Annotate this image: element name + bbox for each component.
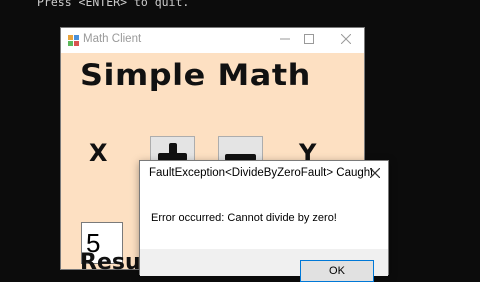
window-title: Math Client [83,33,142,45]
ok-button[interactable]: OK [300,260,374,282]
dialog-footer: OK [140,249,388,282]
title-bar: Math Client [61,28,364,53]
dialog-message: Error occurred: Cannot divide by zero! [151,212,337,224]
close-button[interactable] [335,31,357,49]
close-icon [340,33,352,45]
minimize-button[interactable] [274,31,296,49]
x-label: X [89,139,108,167]
maximize-button[interactable] [298,31,320,49]
minimize-icon [280,38,290,40]
maximize-icon [304,34,314,44]
app-icon [68,35,79,46]
console-output: Press <ENTER> to quit. [37,0,190,9]
close-icon [369,167,381,179]
dialog-close-button[interactable] [366,166,384,182]
dialog-title: FaultException<DivideByZeroFault> Caught [149,167,374,179]
page-title: Simple Math [80,58,311,92]
error-dialog: FaultException<DivideByZeroFault> Caught… [139,160,389,282]
